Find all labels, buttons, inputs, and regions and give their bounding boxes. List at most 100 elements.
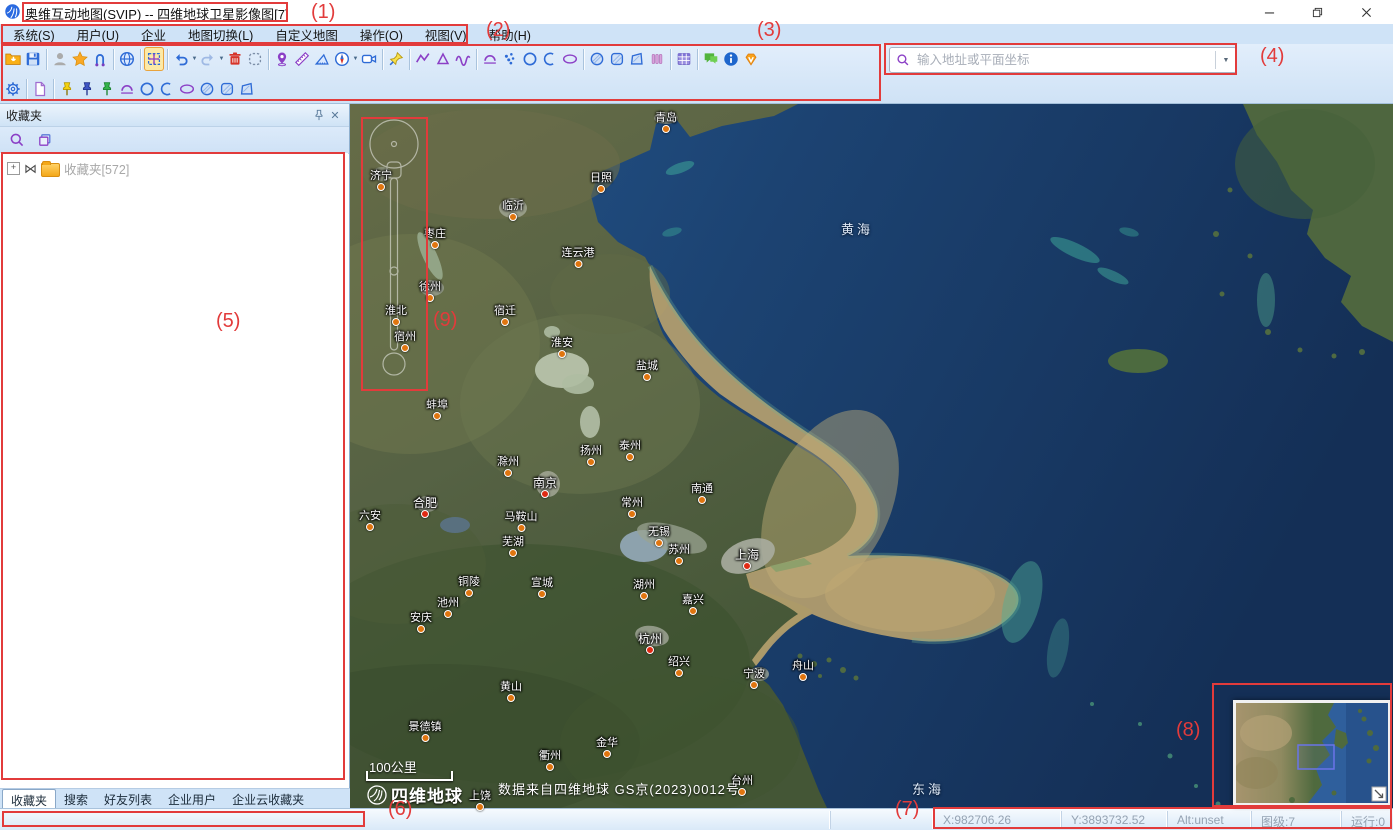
fill-polygon-icon[interactable]: [627, 47, 647, 71]
title-bar: 奥维互动地图(SVIP) -- 四维地球卫星影像图[7]: [0, 0, 1393, 24]
tab-好友列表[interactable]: 好友列表: [96, 789, 160, 808]
status-field-5: 图级:7: [1251, 811, 1341, 829]
minimize-button[interactable]: [1246, 0, 1292, 24]
ellipse-icon[interactable]: [177, 77, 197, 101]
arc2-icon[interactable]: [540, 47, 560, 71]
circle-icon[interactable]: [137, 77, 157, 101]
fill-polygon-icon[interactable]: [237, 77, 257, 101]
overview-minimap[interactable]: [1233, 700, 1391, 806]
polygon-icon[interactable]: [433, 47, 453, 71]
chevron-down-icon[interactable]: ▼: [352, 56, 359, 62]
toolbar-separator: [409, 49, 410, 70]
user-icon[interactable]: [50, 47, 70, 71]
placemark-icon[interactable]: [272, 47, 292, 71]
menu-item-8[interactable]: 帮助(H): [478, 23, 542, 46]
visibility-off-icon[interactable]: ⋈: [24, 162, 37, 175]
menu-item-6[interactable]: 操作(O): [349, 23, 414, 46]
document-icon[interactable]: [30, 77, 50, 101]
fill-rect-icon[interactable]: [217, 77, 237, 101]
polyline-icon[interactable]: [413, 47, 433, 71]
chevron-down-icon[interactable]: ▼: [191, 56, 198, 62]
status-field-1: [830, 811, 933, 829]
arc-icon[interactable]: [480, 47, 500, 71]
app-logo-icon: [4, 3, 21, 20]
status-field-2: X:982706.26: [933, 811, 1061, 829]
track-icon[interactable]: [90, 47, 110, 71]
chat-icon[interactable]: [701, 47, 721, 71]
panel-header: 收藏夹 ✕: [0, 104, 349, 127]
chevron-down-icon[interactable]: ▼: [218, 56, 225, 62]
circle-icon[interactable]: [520, 47, 540, 71]
fill-rect-icon[interactable]: [607, 47, 627, 71]
undo-icon[interactable]: [171, 47, 191, 71]
arc-icon[interactable]: [117, 77, 137, 101]
pin-blue-icon[interactable]: [77, 77, 97, 101]
favorites-star-icon[interactable]: [70, 47, 90, 71]
measure-ruler-icon[interactable]: [292, 47, 312, 71]
multipoint-icon[interactable]: [500, 47, 520, 71]
toolbar-separator: [46, 49, 47, 70]
status-field-4: Alt:unset: [1167, 811, 1251, 829]
edit-object-icon[interactable]: [144, 47, 164, 71]
menu-bar: 系统(S)用户(U)企业地图切换(L)自定义地图操作(O)视图(V)帮助(H): [0, 24, 1393, 44]
delete-icon[interactable]: [225, 47, 245, 71]
search-icon: [896, 53, 910, 67]
toolbar-separator: [476, 49, 477, 70]
marquee-select-icon[interactable]: [245, 47, 265, 71]
arc2-icon[interactable]: [157, 77, 177, 101]
panel-pin-icon[interactable]: [311, 107, 327, 123]
toolbar-separator: [583, 49, 584, 70]
menu-item-1[interactable]: 系统(S): [2, 23, 66, 46]
curve-icon[interactable]: [453, 47, 473, 71]
panel-toolbar: [0, 127, 349, 154]
save-icon[interactable]: [23, 47, 43, 71]
ellipse-icon[interactable]: [560, 47, 580, 71]
panel-close-icon[interactable]: ✕: [327, 107, 343, 123]
pin-green-icon[interactable]: [97, 77, 117, 101]
panel-title: 收藏夹: [6, 107, 311, 124]
panel-search-icon[interactable]: [9, 132, 25, 148]
tab-搜索[interactable]: 搜索: [56, 789, 96, 808]
tab-收藏夹[interactable]: 收藏夹: [2, 789, 56, 808]
menu-item-2[interactable]: 用户(U): [66, 23, 130, 46]
measure-area-icon[interactable]: [312, 47, 332, 71]
tab-企业云收藏夹[interactable]: 企业云收藏夹: [224, 789, 312, 808]
toolbar-separator: [113, 49, 114, 70]
settings-gear-icon[interactable]: [3, 77, 23, 101]
panel-tabs: 收藏夹搜索好友列表企业用户企业云收藏夹: [0, 788, 350, 808]
toolbar-separator: [697, 49, 698, 70]
fill-circle-icon[interactable]: [197, 77, 217, 101]
tree-expand-icon[interactable]: +: [7, 162, 20, 175]
menu-item-5[interactable]: 自定义地图: [264, 23, 349, 46]
columns-icon[interactable]: [647, 47, 667, 71]
compass-icon[interactable]: [332, 47, 352, 71]
tree-root-row[interactable]: + ⋈ 收藏夹[572]: [0, 153, 348, 178]
restore-button[interactable]: [1294, 0, 1340, 24]
tab-企业用户[interactable]: 企业用户: [160, 789, 224, 808]
table-icon[interactable]: [674, 47, 694, 71]
search-input[interactable]: [915, 52, 1215, 68]
pin-yellow-icon[interactable]: [57, 77, 77, 101]
toolbar-separator: [167, 49, 168, 70]
fill-circle-icon[interactable]: [587, 47, 607, 71]
folder-icon: [41, 163, 60, 177]
menu-item-4[interactable]: 地图切换(L): [177, 23, 264, 46]
toolbar-separator: [140, 49, 141, 70]
close-button[interactable]: [1343, 0, 1389, 24]
toolbar-separator: [382, 49, 383, 70]
favorites-tree: + ⋈ 收藏夹[572]: [0, 153, 348, 788]
search-dropdown-button[interactable]: ▼: [1215, 51, 1236, 69]
redo-icon[interactable]: [198, 47, 218, 71]
menu-item-7[interactable]: 视图(V): [414, 23, 478, 46]
browse-globe-icon[interactable]: [117, 47, 137, 71]
open-folder-icon[interactable]: [3, 47, 23, 71]
info-icon[interactable]: [721, 47, 741, 71]
vip-icon[interactable]: [741, 47, 761, 71]
toolbar-separator: [268, 49, 269, 70]
toolbar-separator: [53, 79, 54, 100]
menu-item-3[interactable]: 企业: [130, 23, 177, 46]
panel-layers-icon[interactable]: [37, 132, 53, 148]
status-bar: X:982706.26Y:3893732.52Alt:unset图级:7运行:0: [0, 808, 1393, 830]
camera-icon[interactable]: [359, 47, 379, 71]
pushpin-icon[interactable]: [386, 47, 406, 71]
